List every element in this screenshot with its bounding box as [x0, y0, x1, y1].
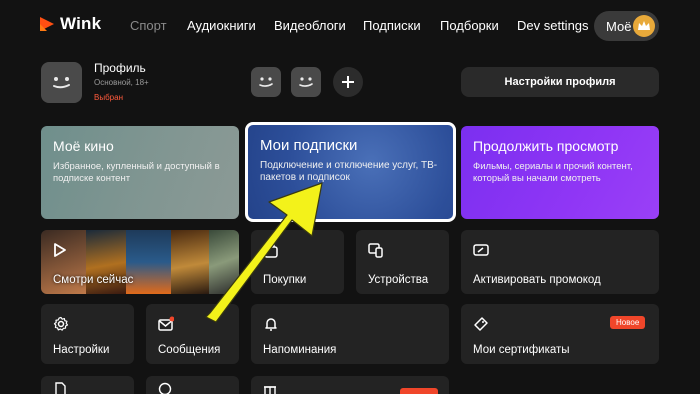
plus-icon — [342, 76, 354, 88]
new-badge: Новое — [610, 316, 646, 329]
watch-now-label: Смотри сейчас — [53, 274, 134, 286]
my-movies-title: Моё кино — [53, 138, 114, 154]
settings-tile[interactable]: Настройки — [41, 304, 134, 364]
my-movies-card[interactable]: Моё кино Избранное, купленный и доступны… — [41, 126, 239, 219]
document-icon — [55, 382, 66, 394]
nav-item-moe[interactable]: Моё — [594, 11, 659, 41]
continue-watching-card[interactable]: Продолжить просмотр Фильмы, сериалы и пр… — [461, 126, 659, 219]
nav-item-collections[interactable]: Подборки — [440, 18, 499, 33]
purchases-label: Покупки — [263, 274, 307, 286]
messages-label: Сообщения — [158, 344, 221, 356]
row3-tile-1[interactable] — [41, 376, 134, 394]
settings-label: Настройки — [53, 344, 110, 356]
nav-item-subscriptions[interactable]: Подписки — [363, 18, 421, 33]
my-movies-desc: Избранное, купленный и доступный в подпи… — [53, 161, 220, 184]
profile-avatar-3[interactable] — [291, 67, 321, 97]
smile-face-icon — [299, 77, 313, 87]
my-subscriptions-card[interactable]: Мои подписки Подключение и отключение ус… — [245, 122, 456, 222]
bag-icon — [264, 242, 278, 258]
help-circle-icon — [158, 382, 172, 394]
top-nav: Wink Спорт Аудиокниги Видеоблоги Подписк… — [0, 0, 700, 52]
smile-face-icon — [259, 77, 273, 87]
new-badge-partial — [400, 388, 438, 394]
devices-icon — [368, 243, 383, 258]
purchases-tile[interactable]: Покупки — [251, 230, 344, 294]
reminders-label: Напоминания — [263, 344, 337, 356]
envelope-icon — [158, 316, 174, 331]
certificates-label: Мои сертификаты — [473, 344, 570, 356]
poster-image — [209, 230, 239, 294]
smile-face-icon — [53, 77, 70, 89]
continue-watching-desc: Фильмы, сериалы и прочий контент, которы… — [473, 161, 633, 184]
ticket-icon — [474, 317, 488, 331]
gift-icon — [264, 386, 276, 394]
reminders-tile[interactable]: Напоминания — [251, 304, 449, 364]
wink-logo-icon — [38, 15, 56, 33]
watch-now-tile[interactable]: Смотри сейчас — [41, 230, 239, 294]
profile-avatar[interactable] — [41, 62, 82, 103]
nav-item-dev-settings[interactable]: Dev settings — [517, 18, 589, 33]
continue-watching-title: Продолжить просмотр — [473, 138, 619, 154]
crown-icon — [633, 15, 655, 37]
profile-subtitle: Основной, 18+ — [94, 78, 149, 87]
activate-promo-label: Активировать промокод — [473, 274, 601, 286]
devices-label: Устройства — [368, 274, 429, 286]
messages-tile[interactable]: Сообщения — [146, 304, 239, 364]
promo-ticket-icon — [473, 244, 489, 256]
devices-tile[interactable]: Устройства — [356, 230, 449, 294]
poster-image — [171, 230, 209, 294]
nav-moe-label: Моё — [606, 18, 632, 34]
add-profile-button[interactable] — [333, 67, 363, 97]
profile-selected-status: Выбран — [94, 93, 123, 102]
gear-icon — [53, 316, 69, 331]
profile-avatar-2[interactable] — [251, 67, 281, 97]
brand-name: Wink — [60, 14, 102, 33]
wink-logo[interactable]: Wink — [38, 14, 101, 34]
activate-promo-tile[interactable]: Активировать промокод — [461, 230, 659, 294]
certificates-tile[interactable]: Новое Мои сертификаты — [461, 304, 659, 364]
my-subscriptions-desc: Подключение и отключение услуг, ТВ-пакет… — [260, 160, 438, 183]
profile-settings-button[interactable]: Настройки профиля — [461, 67, 659, 97]
nav-item-audiobooks[interactable]: Аудиокниги — [187, 18, 256, 33]
nav-item-sport[interactable]: Спорт — [130, 18, 167, 33]
bell-icon — [265, 318, 277, 331]
profile-name: Профиль — [94, 61, 146, 75]
nav-item-videoblogs[interactable]: Видеоблоги — [274, 18, 346, 33]
play-icon — [54, 243, 66, 257]
my-subscriptions-title: Мои подписки — [260, 137, 358, 154]
row3-tile-3[interactable] — [251, 376, 449, 394]
row3-tile-2[interactable] — [146, 376, 239, 394]
